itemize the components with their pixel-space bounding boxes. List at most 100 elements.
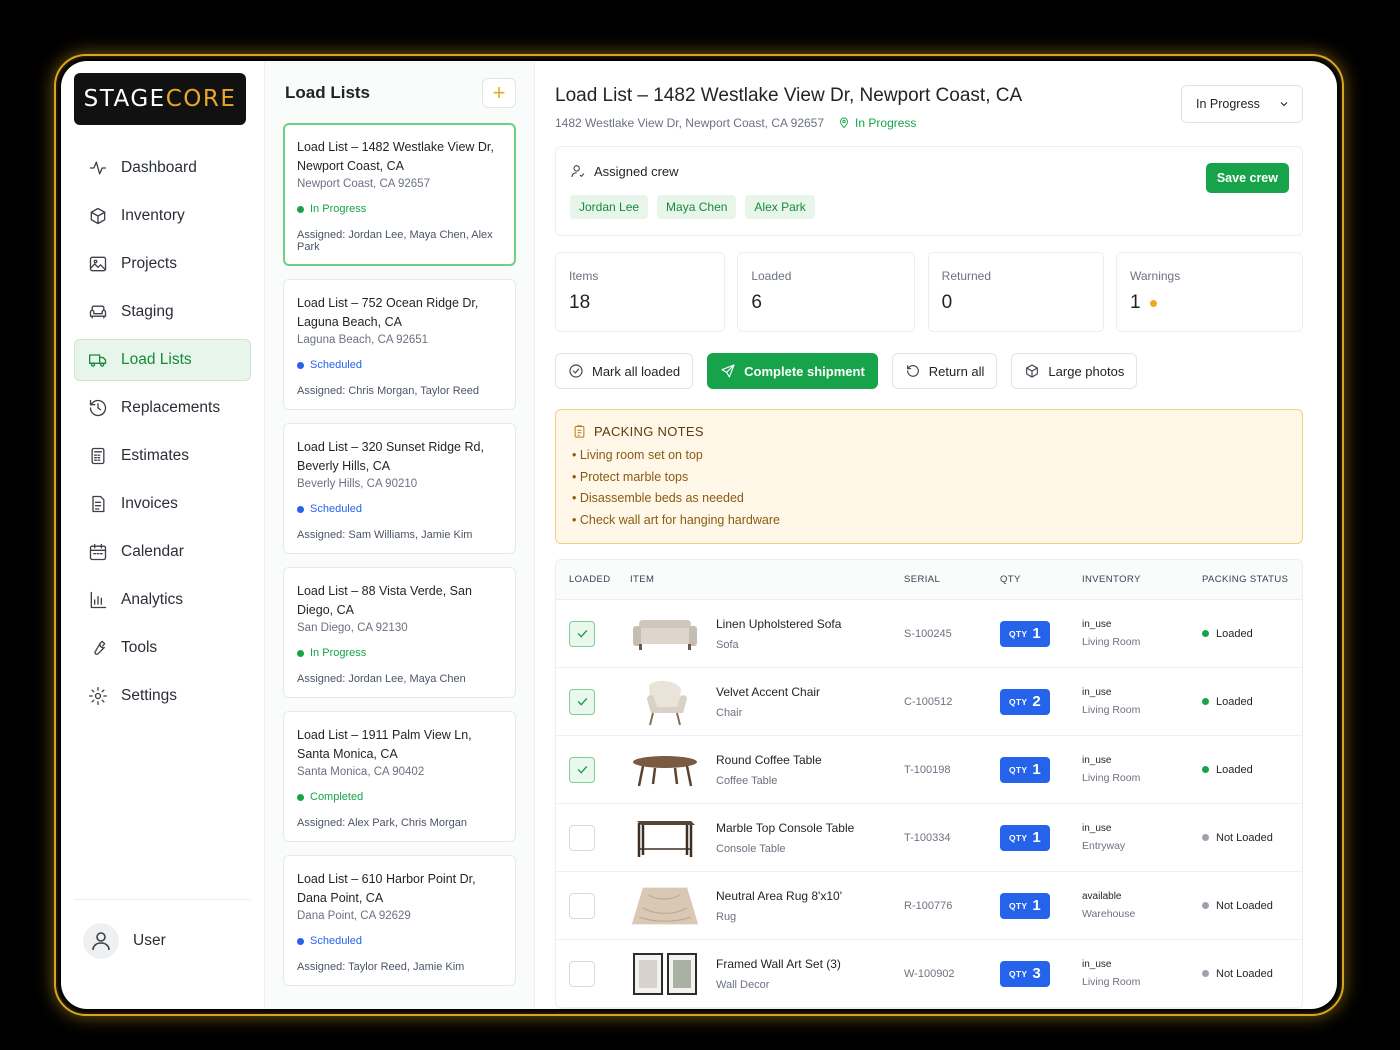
packing-status-text: Not Loaded xyxy=(1216,831,1273,844)
large-photos-button[interactable]: Large photos xyxy=(1011,353,1138,389)
inventory-status: in_use xyxy=(1082,823,1112,834)
sidebar-item-staging[interactable]: Staging xyxy=(74,291,251,333)
load-list-card[interactable]: Load List – 752 Ocean Ridge Dr, Laguna B… xyxy=(283,279,516,410)
user-menu[interactable]: User xyxy=(83,923,166,959)
sofa-icon xyxy=(89,305,107,319)
qty-label: QTY xyxy=(1009,628,1028,639)
sidebar-nav: Dashboard Inventory Projects Staging Loa… xyxy=(74,147,251,717)
loaded-checkbox[interactable] xyxy=(569,620,595,647)
return-all-button[interactable]: Return all xyxy=(891,353,998,389)
item-category: Wall Decor xyxy=(716,978,770,991)
note-item: Protect marble tops xyxy=(572,467,1286,489)
mark-all-loaded-button[interactable]: Mark all loaded xyxy=(555,353,694,389)
check-circle-icon xyxy=(569,364,583,378)
save-crew-button[interactable]: Save crew xyxy=(1205,163,1289,193)
inventory-location: Living Room xyxy=(1082,704,1141,716)
status-badge: Scheduled xyxy=(297,359,503,371)
stat-label: Returned xyxy=(941,269,992,283)
card-assigned: Assigned: Jordan Lee, Maya Chen xyxy=(297,673,466,685)
loaded-checkbox[interactable] xyxy=(569,756,595,783)
stat-value: 0 xyxy=(941,292,953,313)
col-loaded[interactable]: LOADED xyxy=(556,574,630,585)
qty-badge: QTY 3 xyxy=(1000,960,1050,987)
sidebar-item-label: Invoices xyxy=(121,495,178,512)
sidebar-item-analytics[interactable]: Analytics xyxy=(74,579,251,621)
sidebar-item-label: Inventory xyxy=(121,207,185,224)
sidebar-item-label: Load Lists xyxy=(121,351,192,368)
load-list-card[interactable]: Load List – 320 Sunset Ridge Rd, Beverly… xyxy=(283,423,516,554)
status-text: Completed xyxy=(310,791,364,803)
gear-icon xyxy=(89,687,108,705)
sidebar-item-label: Tools xyxy=(121,639,158,656)
sidebar-item-replacements[interactable]: Replacements xyxy=(74,387,251,429)
crew-chips: Jordan Lee Maya Chen Alex Park xyxy=(570,195,1288,219)
card-address: Santa Monica, CA 90402 xyxy=(297,766,425,778)
stat-loaded: Loaded 6 xyxy=(737,252,916,332)
load-list-card[interactable]: Load List – 1911 Palm View Ln, Santa Mon… xyxy=(283,711,516,842)
item-serial: R-100776 xyxy=(904,899,953,912)
status-dot xyxy=(297,361,304,369)
col-qty[interactable]: QTY xyxy=(1000,574,1082,585)
loaded-checkbox[interactable] xyxy=(569,688,595,715)
qty-value: 3 xyxy=(1032,965,1041,982)
table-row[interactable]: Linen Upholstered Sofa Sofa S-100245 QTY 1… xyxy=(556,600,1302,668)
history-icon xyxy=(89,399,107,417)
col-serial[interactable]: SERIAL xyxy=(904,574,1000,585)
send-icon xyxy=(721,364,735,378)
item-name: Neutral Area Rug 8'x10' xyxy=(716,888,842,903)
sidebar-item-dashboard[interactable]: Dashboard xyxy=(74,147,251,189)
packing-status: Not Loaded xyxy=(1202,900,1302,912)
status-select[interactable]: In Progress xyxy=(1181,85,1303,123)
table-row[interactable]: Round Coffee Table Coffee Table T-100198 … xyxy=(556,736,1302,804)
sidebar-item-label: Projects xyxy=(121,255,177,272)
sidebar-item-invoices[interactable]: Invoices xyxy=(74,483,251,525)
complete-shipment-button[interactable]: Complete shipment xyxy=(707,353,878,389)
sidebar-item-projects[interactable]: Projects xyxy=(74,243,251,285)
qty-label: QTY xyxy=(1009,832,1028,843)
coffee-table-thumbnail xyxy=(630,746,700,794)
table-row[interactable]: Marble Top Console Table Console Table T-… xyxy=(556,804,1302,872)
packing-status-text: Loaded xyxy=(1216,763,1253,776)
crew-chip[interactable]: Alex Park xyxy=(745,195,815,219)
sidebar-item-inventory[interactable]: Inventory xyxy=(74,195,251,237)
stat-label: Warnings xyxy=(1129,269,1181,283)
sidebar-item-tools[interactable]: Tools xyxy=(74,627,251,669)
table-row[interactable]: Framed Wall Art Set (3) Wall Decor W-1009… xyxy=(556,940,1302,1008)
qty-label: QTY xyxy=(1009,696,1028,707)
user-icon xyxy=(92,932,110,951)
sidebar-item-estimates[interactable]: Estimates xyxy=(74,435,251,477)
crew-chip[interactable]: Maya Chen xyxy=(657,195,737,219)
crew-chip[interactable]: Jordan Lee xyxy=(570,195,649,219)
calculator-icon xyxy=(91,447,105,465)
load-list-card[interactable]: Load List – 1482 Westlake View Dr, Newpo… xyxy=(283,123,516,266)
sidebar-item-calendar[interactable]: Calendar xyxy=(74,531,251,573)
col-item[interactable]: ITEM xyxy=(630,574,904,585)
loaded-checkbox[interactable] xyxy=(569,824,595,851)
item-category: Sofa xyxy=(716,638,739,651)
loaded-checkbox[interactable] xyxy=(569,892,595,919)
load-list-detail: Load List – 1482 Westlake View Dr, Newpo… xyxy=(535,61,1337,1009)
packing-status-text: Not Loaded xyxy=(1216,899,1273,912)
wall-art-thumbnail xyxy=(630,950,700,998)
loaded-checkbox[interactable] xyxy=(569,960,595,987)
status-badge: In Progress xyxy=(297,203,503,215)
load-list-card[interactable]: Load List – 88 Vista Verde, San Diego, C… xyxy=(283,567,516,698)
load-list-card[interactable]: Load List – 610 Harbor Point Dr, Dana Po… xyxy=(283,855,516,986)
item-category: Coffee Table xyxy=(716,774,778,787)
sidebar-item-settings[interactable]: Settings xyxy=(74,675,251,717)
brand-logo[interactable]: STAGE CORE xyxy=(74,73,246,125)
table-row[interactable]: Neutral Area Rug 8'x10' Rug R-100776 QTY 1… xyxy=(556,872,1302,940)
col-packing-status[interactable]: PACKING STATUS xyxy=(1202,574,1302,585)
col-inventory[interactable]: INVENTORY xyxy=(1082,574,1202,585)
add-load-list-button[interactable]: + xyxy=(482,78,516,108)
sidebar-item-load-lists[interactable]: Load Lists xyxy=(74,339,251,381)
packing-status: Not Loaded xyxy=(1202,968,1302,980)
user-check-icon xyxy=(571,165,585,178)
qty-badge: QTY 1 xyxy=(1000,620,1050,647)
table-row[interactable]: Velvet Accent Chair Chair C-100512 QTY 2 i… xyxy=(556,668,1302,736)
item-name: Velvet Accent Chair xyxy=(716,684,821,699)
status-text: In Progress xyxy=(855,116,917,130)
button-label: Large photos xyxy=(1048,363,1125,379)
stat-label: Loaded xyxy=(751,269,792,283)
chevron-down-icon xyxy=(1280,102,1288,107)
